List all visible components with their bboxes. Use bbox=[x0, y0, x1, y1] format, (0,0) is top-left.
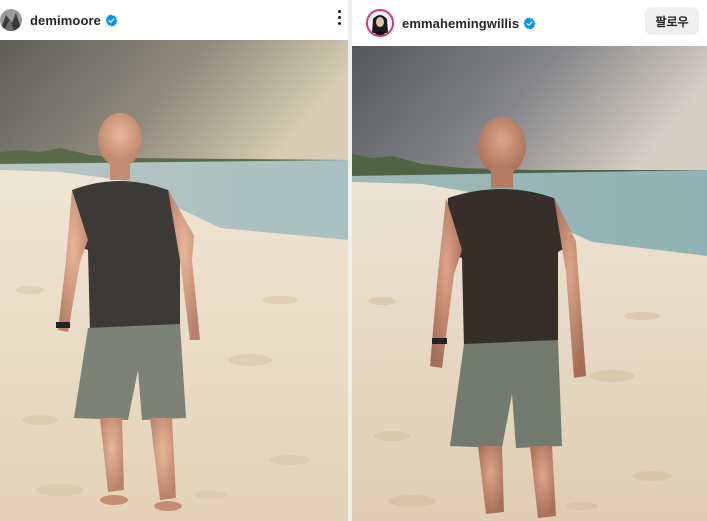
post-photo[interactable] bbox=[0, 40, 348, 521]
verified-badge-icon bbox=[105, 14, 118, 26]
avatar[interactable] bbox=[0, 9, 22, 31]
verified-badge-icon bbox=[523, 17, 536, 29]
post-header: emmahemingwillis 팔로우 bbox=[352, 0, 707, 46]
post-left: demimoore bbox=[0, 0, 348, 521]
post-header: demimoore bbox=[0, 0, 348, 40]
follow-button[interactable]: 팔로우 bbox=[645, 7, 699, 35]
avatar[interactable] bbox=[366, 9, 394, 37]
post-right: emmahemingwillis 팔로우 bbox=[352, 0, 707, 521]
post-photo[interactable] bbox=[352, 46, 707, 521]
username[interactable]: demimoore bbox=[30, 13, 101, 28]
more-options-icon[interactable] bbox=[334, 6, 344, 28]
username[interactable]: emmahemingwillis bbox=[402, 16, 519, 31]
